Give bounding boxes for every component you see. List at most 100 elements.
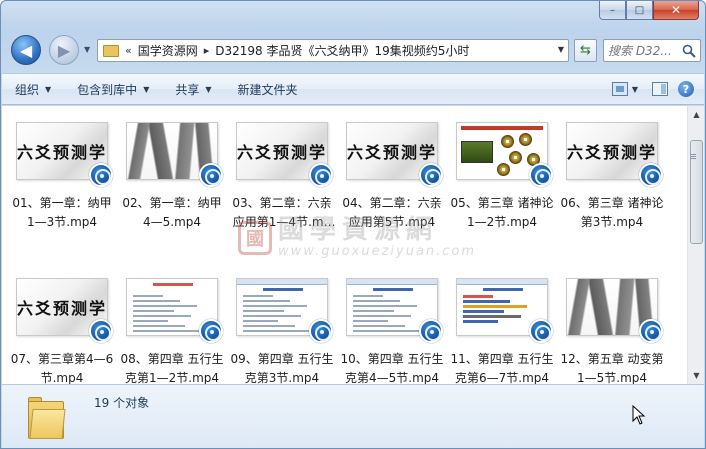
new-folder-button[interactable]: 新建文件夹 (225, 74, 311, 104)
file-item[interactable]: 10、第四章 五行生克第4—5节.mp4 (338, 268, 446, 384)
file-item[interactable]: 12、第五章 动变第1—5节.mp4 (558, 268, 666, 384)
scrollbar-thumb[interactable] (690, 140, 703, 244)
preview-pane-icon[interactable] (652, 82, 668, 96)
thumbnail-title-text: 六爻预测学 (237, 143, 328, 162)
back-button[interactable]: ◀ (11, 35, 41, 65)
search-box[interactable] (603, 39, 701, 62)
file-item[interactable]: 02、第一章：纳甲4—5.mp4 (118, 112, 226, 268)
file-name: 07、第三章第4—6节.mp4 (10, 352, 114, 384)
video-file-icon (639, 163, 663, 187)
recent-pages-dropdown[interactable]: ▼ (84, 45, 90, 54)
file-grid: 六爻预测学 01、第一章：纳甲1—3节.mp4 02、第一章：纳甲4—5.mp4 六爻… (8, 112, 680, 384)
video-thumbnail (236, 278, 333, 343)
file-item[interactable]: 六爻预测学 07、第三章第4—6节.mp4 (8, 268, 116, 384)
file-item[interactable]: 05、第三章 诸神论1—2节.mp4 (448, 112, 556, 268)
file-item[interactable]: 11、第四章 五行生克第6—7节.mp4 (448, 268, 556, 384)
help-icon[interactable]: ? (678, 81, 694, 97)
file-item[interactable]: 09、第四章 五行生克第3节.mp4 (228, 268, 336, 384)
video-thumbnail: 六爻预测学 (566, 122, 663, 187)
vertical-scrollbar[interactable]: ▲ ▼ (687, 106, 704, 384)
video-thumbnail: 六爻预测学 (236, 122, 333, 187)
organize-menu[interactable]: 组织 ▼ (2, 74, 64, 104)
video-thumbnail: 六爻预测学 (16, 278, 113, 343)
file-item[interactable]: 六爻预测学 01、第一章：纳甲1—3节.mp4 (8, 112, 116, 268)
back-arrow-icon: ◀ (19, 40, 33, 60)
coin-icon (501, 135, 514, 148)
video-file-icon (529, 319, 553, 343)
breadcrumb-root[interactable]: 国学资源网 (138, 42, 198, 59)
video-file-icon (309, 319, 333, 343)
video-file-icon (419, 163, 443, 187)
video-file-icon (419, 319, 443, 343)
folder-icon (103, 44, 119, 57)
file-item[interactable]: 六爻预测学 04、第二章：六亲应用第5节.mp4 (338, 112, 446, 268)
command-bar-right: ▼ ? (611, 81, 704, 97)
video-file-icon (89, 163, 113, 187)
video-thumbnail (456, 278, 553, 343)
share-label: 共享 (175, 82, 200, 97)
video-file-icon (199, 163, 223, 187)
address-bar[interactable]: « 国学资源网 ▸ D32198 李品贤《六爻纳甲》19集视频约5小时 ▼ (97, 39, 569, 62)
video-thumbnail: 六爻预测学 (16, 122, 113, 187)
refresh-button[interactable]: ⇆ (574, 39, 597, 62)
file-name: 11、第四章 五行生克第6—7节.mp4 (450, 352, 554, 384)
new-folder-label: 新建文件夹 (237, 82, 298, 97)
file-item[interactable]: 六爻预测学 03、第二章：六亲应用第1—4节.mp4 (228, 112, 336, 268)
video-thumbnail: 六爻预测学 (346, 122, 443, 187)
video-thumbnail (126, 278, 223, 343)
thumbnail-title-text: 六爻预测学 (567, 143, 658, 162)
breadcrumb-current[interactable]: D32198 李品贤《六爻纳甲》19集视频约5小时 (215, 42, 469, 59)
video-file-icon (309, 163, 333, 187)
chevron-down-icon: ▼ (205, 84, 212, 94)
coin-icon (509, 151, 522, 164)
close-button[interactable]: ✕ (653, 1, 699, 20)
video-thumbnail (346, 278, 443, 343)
details-pane: 19 个对象 (2, 384, 704, 448)
minimize-button[interactable]: – (599, 1, 626, 20)
video-file-icon (199, 319, 223, 343)
video-file-icon (89, 319, 113, 343)
file-name: 01、第一章：纳甲1—3节.mp4 (12, 196, 112, 229)
address-overflow-button[interactable]: « (125, 44, 132, 57)
share-menu[interactable]: 共享 ▼ (162, 74, 224, 104)
folder-large-icon (28, 395, 66, 439)
scrollbar-grip (691, 154, 696, 155)
forward-arrow-icon: ▶ (57, 40, 71, 60)
search-input[interactable] (608, 43, 678, 58)
view-options-dropdown[interactable]: ▼ (632, 85, 638, 94)
include-in-library-menu[interactable]: 包含到库中 ▼ (64, 74, 162, 104)
file-list[interactable]: 六爻预测学 01、第一章：纳甲1—3节.mp4 02、第一章：纳甲4—5.mp4 六爻… (2, 106, 704, 384)
video-thumbnail (126, 122, 223, 187)
search-icon[interactable] (682, 44, 696, 58)
video-file-icon (639, 319, 663, 343)
file-name: 05、第三章 诸神论1—2节.mp4 (450, 196, 554, 229)
organize-label: 组织 (15, 82, 40, 97)
chevron-down-icon: ▼ (45, 84, 52, 94)
file-name: 04、第二章：六亲应用第5节.mp4 (342, 196, 442, 229)
chevron-down-icon: ▼ (143, 84, 150, 94)
file-item[interactable]: 六爻预测学 06、第三章 诸神论第3节.mp4 (558, 112, 666, 268)
video-thumbnail (456, 122, 553, 187)
forward-button[interactable]: ▶ (49, 35, 79, 65)
coin-icon (497, 163, 510, 176)
refresh-icon: ⇆ (580, 43, 591, 58)
file-name: 02、第一章：纳甲4—5.mp4 (122, 196, 222, 229)
thumbnail-title-text: 六爻预测学 (17, 299, 108, 318)
video-file-icon (529, 163, 553, 187)
navigation-bar: ◀ ▶ ▼ « 国学资源网 ▸ D32198 李品贤《六爻纳甲》19集视频约5小… (7, 32, 701, 70)
change-view-icon[interactable] (611, 82, 628, 96)
address-history-dropdown[interactable]: ▼ (558, 45, 564, 54)
thumbnail-title-text: 六爻预测学 (17, 143, 108, 162)
breadcrumb-separator-icon[interactable]: ▸ (204, 44, 210, 57)
thumbnail-title-text: 六爻预测学 (347, 143, 438, 162)
caption-buttons: – □ ✕ (599, 1, 699, 20)
scroll-up-button[interactable]: ▲ (688, 106, 704, 123)
file-name: 09、第四章 五行生克第3节.mp4 (230, 352, 334, 384)
scroll-down-button[interactable]: ▼ (688, 367, 704, 384)
file-item[interactable]: 08、第四章 五行生克第1—2节.mp4 (118, 268, 226, 384)
mouse-cursor-icon (632, 405, 646, 425)
maximize-button[interactable]: □ (626, 1, 653, 20)
file-name: 06、第三章 诸神论第3节.mp4 (560, 196, 664, 229)
command-bar: 组织 ▼ 包含到库中 ▼ 共享 ▼ 新建文件夹 ▼ ? (2, 73, 704, 105)
coin-icon (519, 133, 532, 146)
